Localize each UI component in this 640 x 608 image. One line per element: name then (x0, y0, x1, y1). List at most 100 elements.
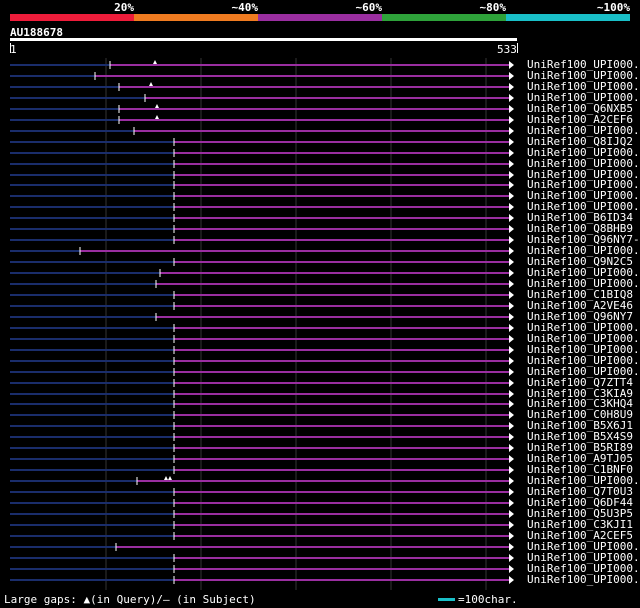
hit-end-arrow (509, 576, 514, 584)
hit-end-arrow (509, 236, 514, 244)
hit-end-arrow (509, 543, 514, 551)
alignment-row (10, 335, 514, 343)
hit-end-arrow (509, 433, 514, 441)
alignment-row (10, 115, 514, 124)
alignment-row (10, 291, 514, 299)
alignment-row (10, 181, 514, 189)
hit-end-arrow (509, 138, 514, 146)
hit-end-arrow (509, 72, 514, 80)
hit-end-arrow (509, 488, 514, 496)
hit-end-arrow (509, 247, 514, 255)
alignment-row (10, 203, 514, 211)
alignment-row (10, 313, 514, 321)
hit-end-arrow (509, 379, 514, 387)
hit-end-arrow (509, 149, 514, 157)
hit-end-arrow (509, 192, 514, 200)
hit-end-arrow (509, 116, 514, 124)
alignment-row (10, 346, 514, 354)
hit-end-arrow (509, 203, 514, 211)
alignment-row (10, 72, 514, 80)
alignment-row (10, 576, 514, 584)
hit-end-arrow (509, 160, 514, 168)
alignment-row (10, 532, 514, 540)
alignment-row (10, 127, 514, 135)
alignment-row (10, 236, 514, 244)
hit-end-arrow (509, 335, 514, 343)
query-gap-marker (155, 115, 159, 119)
hit-end-arrow (509, 291, 514, 299)
alignment-row (10, 138, 514, 146)
alignment-row (10, 368, 514, 376)
gaps-legend: Large gaps: ▲(in Query)/– (in Subject) (4, 593, 256, 606)
alignment-row (10, 510, 514, 518)
alignment-row (10, 324, 514, 332)
alignment-row (10, 247, 514, 255)
hit-end-arrow (509, 181, 514, 189)
hit-end-arrow (509, 171, 514, 179)
scale-legend: =100char. (438, 593, 518, 606)
alignment-row (10, 433, 514, 441)
alignment-row (10, 476, 514, 485)
alignment-row (10, 357, 514, 365)
query-gap-marker (153, 60, 157, 64)
hit-end-arrow (509, 324, 514, 332)
alignment-row (10, 400, 514, 408)
hit-end-arrow (509, 225, 514, 233)
alignment-row (10, 104, 514, 113)
hit-end-arrow (509, 94, 514, 102)
hit-end-arrow (509, 411, 514, 419)
hit-end-arrow (509, 455, 514, 463)
alignment-row (10, 543, 514, 551)
alignment-row (10, 280, 514, 288)
alignment-row (10, 466, 514, 474)
alignment-row (10, 82, 514, 91)
query-gap-marker (164, 476, 168, 480)
alignment-row (10, 379, 514, 387)
alignment-row (10, 192, 514, 200)
alignment-row (10, 160, 514, 168)
hit-end-arrow (509, 302, 514, 310)
alignment-row (10, 390, 514, 398)
hit-end-arrow (509, 422, 514, 430)
alignment-row (10, 499, 514, 507)
hit-end-arrow (509, 390, 514, 398)
query-gap-marker (149, 82, 153, 86)
alignment-row (10, 444, 514, 452)
alignment-row (10, 225, 514, 233)
alignment-row (10, 422, 514, 430)
scale-text: =100char. (458, 593, 518, 606)
hit-end-arrow (509, 61, 514, 69)
alignment-row (10, 488, 514, 496)
hit-end-arrow (509, 313, 514, 321)
hit-end-arrow (509, 127, 514, 135)
alignment-row (10, 521, 514, 529)
alignment-row (10, 60, 514, 69)
alignment-row (10, 411, 514, 419)
alignment-row (10, 258, 514, 266)
alignment-row (10, 565, 514, 573)
hit-end-arrow (509, 477, 514, 485)
query-gap-marker (168, 476, 172, 480)
hit-end-arrow (509, 258, 514, 266)
alignment-row (10, 554, 514, 562)
hit-end-arrow (509, 499, 514, 507)
hit-end-arrow (509, 466, 514, 474)
hit-end-arrow (509, 357, 514, 365)
alignment-row (10, 149, 514, 157)
hit-end-arrow (509, 565, 514, 573)
alignment-row (10, 269, 514, 277)
hit-label[interactable]: UniRef100_UPI000.. (527, 574, 640, 585)
hit-end-arrow (509, 83, 514, 91)
hit-end-arrow (509, 532, 514, 540)
alignment-row (10, 302, 514, 310)
hit-end-arrow (509, 554, 514, 562)
hit-end-arrow (509, 105, 514, 113)
scale-swatch (438, 598, 455, 601)
hit-end-arrow (509, 214, 514, 222)
hit-end-arrow (509, 280, 514, 288)
hit-end-arrow (509, 521, 514, 529)
hit-end-arrow (509, 444, 514, 452)
alignment-row (10, 171, 514, 179)
alignment-row (10, 214, 514, 222)
hit-end-arrow (509, 269, 514, 277)
